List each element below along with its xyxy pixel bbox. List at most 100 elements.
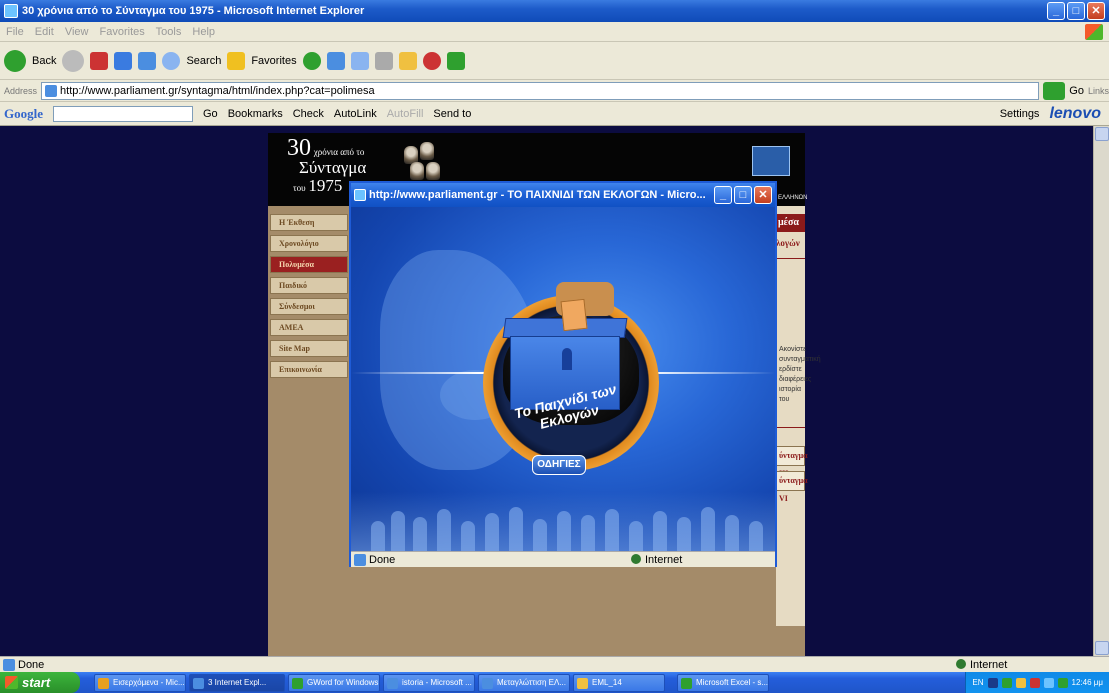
- stop-icon[interactable]: [90, 51, 109, 70]
- autofill-button[interactable]: AutoFill: [387, 108, 424, 120]
- tray-icon[interactable]: [1057, 677, 1068, 688]
- minimize-button[interactable]: _: [1047, 2, 1065, 20]
- menu-item-chronologio[interactable]: Χρονολόγιο: [270, 235, 348, 252]
- ballot-slot: [562, 348, 572, 370]
- syntagma-vi-link[interactable]: ύνταγμα VI: [776, 471, 808, 503]
- title-main: Σύνταγμα: [299, 158, 367, 177]
- google-logo[interactable]: Google: [4, 106, 43, 122]
- tray-icon[interactable]: [1043, 677, 1054, 688]
- side-menu: Η Έκθεση Χρονολόγιο Πολυμέσα Παιδικό Σύν…: [270, 214, 350, 382]
- search-icon[interactable]: [162, 51, 181, 70]
- home-icon[interactable]: [138, 51, 157, 70]
- instructions-button[interactable]: ΟΔΗΓΙΕΣ: [532, 455, 586, 475]
- go-button[interactable]: Go: [1069, 85, 1084, 97]
- crowd-silhouette: [351, 492, 775, 551]
- address-input[interactable]: http://www.parliament.gr/syntagma/html/i…: [41, 81, 1040, 100]
- check-button[interactable]: Check: [293, 108, 324, 120]
- taskbar-item-ie[interactable]: 3 Internet Expl...: [189, 673, 285, 692]
- vertical-scrollbar[interactable]: [1093, 126, 1109, 656]
- divider: [776, 258, 805, 259]
- taskbar-item-istoria[interactable]: istoria - Microsoft ...: [383, 673, 475, 692]
- menu-favorites[interactable]: Favorites: [100, 26, 145, 38]
- tray-icon[interactable]: [987, 677, 998, 688]
- excel-icon: [681, 677, 692, 689]
- tray-icon[interactable]: [1029, 677, 1040, 688]
- forward-arrow-icon[interactable]: [62, 49, 85, 72]
- settings-button[interactable]: Settings: [1000, 108, 1040, 120]
- syntagma-iii-link[interactable]: ύνταγμα III: [776, 446, 808, 478]
- menu-tools[interactable]: Tools: [156, 26, 182, 38]
- folder-icon: [577, 677, 588, 689]
- popup-title: http://www.parliament.gr - ΤΟ ΠΑΙΧΝΙΔΙ Τ…: [369, 189, 706, 201]
- portrait-image: [410, 162, 424, 180]
- menu-item-paidiko[interactable]: Παιδικό: [270, 277, 348, 294]
- popup-status-text: Done: [369, 554, 396, 566]
- favorites-star-icon[interactable]: [227, 51, 246, 70]
- mail-icon[interactable]: [350, 51, 369, 70]
- tray-icon[interactable]: [1015, 677, 1026, 688]
- menu-item-amea[interactable]: ΑΜΕΑ: [270, 319, 348, 336]
- refresh-icon[interactable]: [114, 51, 133, 70]
- menu-edit[interactable]: Edit: [35, 26, 54, 38]
- favorites-button[interactable]: Favorites: [251, 55, 296, 67]
- page-icon: [45, 84, 58, 97]
- window-title: 30 χρόνια από το Σύνταγμα του 1975 - Mic…: [22, 5, 365, 17]
- lenovo-logo: lenovo: [1049, 104, 1101, 122]
- close-button[interactable]: ✕: [1087, 2, 1105, 20]
- popup-status-bar: Done Internet: [351, 551, 775, 567]
- standard-toolbar: Back Search Favorites: [0, 42, 1109, 80]
- clock: 12:46 μμ: [1071, 678, 1103, 687]
- taskbar: start Εισερχόμενα - Mic... 3 Internet Ex…: [0, 672, 1109, 693]
- messenger-icon[interactable]: [422, 51, 441, 70]
- taskbar-item-inbox[interactable]: Εισερχόμενα - Mic...: [94, 673, 186, 692]
- portrait-image: [426, 162, 440, 180]
- links-label[interactable]: Links: [1088, 86, 1109, 96]
- back-button[interactable]: Back: [32, 55, 56, 67]
- google-go-button[interactable]: Go: [203, 108, 218, 120]
- history-icon[interactable]: [326, 51, 345, 70]
- media-icon[interactable]: [302, 51, 321, 70]
- word-icon: [387, 677, 398, 689]
- search-button[interactable]: Search: [186, 55, 221, 67]
- popup-close-button[interactable]: ✕: [754, 186, 772, 204]
- menu-item-site-map[interactable]: Site Map: [270, 340, 348, 357]
- menu-item-ekthesi[interactable]: Η Έκθεση: [270, 214, 348, 231]
- menu-view[interactable]: View: [65, 26, 89, 38]
- tray-icon[interactable]: [1001, 677, 1012, 688]
- ie-icon: [4, 4, 18, 18]
- back-arrow-icon[interactable]: [4, 49, 26, 72]
- menu-item-polymesa[interactable]: Πολυμέσα: [270, 256, 348, 273]
- taskbar-item-excel[interactable]: Microsoft Excel - s...: [677, 673, 769, 692]
- address-label: Address: [4, 85, 38, 96]
- autolink-button[interactable]: AutoLink: [334, 108, 377, 120]
- taskbar-item-eml14[interactable]: EML_14: [573, 673, 665, 692]
- maximize-button[interactable]: □: [1067, 2, 1085, 20]
- research-icon[interactable]: [446, 51, 465, 70]
- scroll-up-icon[interactable]: [1095, 127, 1109, 141]
- popup-maximize-button[interactable]: □: [734, 186, 752, 204]
- start-button[interactable]: start: [0, 672, 80, 693]
- google-toolbar: Google Go Bookmarks Check AutoLink AutoF…: [0, 102, 1109, 126]
- menu-help[interactable]: Help: [192, 26, 215, 38]
- page-icon: [354, 554, 366, 566]
- windows-flag-icon: [5, 676, 18, 689]
- send-to-button[interactable]: Send to: [433, 108, 471, 120]
- popup-minimize-button[interactable]: _: [714, 186, 732, 204]
- language-indicator[interactable]: EN: [972, 678, 983, 687]
- page-icon: [3, 659, 15, 671]
- folder-icon[interactable]: [398, 51, 417, 70]
- right-section-heading: μέσα: [776, 214, 805, 232]
- parliament-text: ΕΛΛΗΝΩΝ: [778, 195, 808, 201]
- menu-file[interactable]: File: [6, 26, 24, 38]
- go-arrow-icon[interactable]: [1043, 81, 1066, 100]
- taskbar-item-gword[interactable]: GWord for Windows: [288, 673, 380, 692]
- right-section-subheading[interactable]: λογών: [776, 238, 800, 248]
- scroll-down-icon[interactable]: [1095, 641, 1109, 655]
- google-search-input[interactable]: [53, 105, 193, 122]
- taskbar-item-metaglottisi[interactable]: Μεταγλώττιση ΕΛ...: [478, 673, 570, 692]
- bookmarks-button[interactable]: Bookmarks: [228, 108, 283, 120]
- menu-bar: File Edit View Favorites Tools Help: [0, 22, 1109, 42]
- menu-item-syndesmoi[interactable]: Σύνδεσμοι: [270, 298, 348, 315]
- menu-item-epikoinonia[interactable]: Επικοινωνία: [270, 361, 348, 378]
- print-icon[interactable]: [374, 51, 393, 70]
